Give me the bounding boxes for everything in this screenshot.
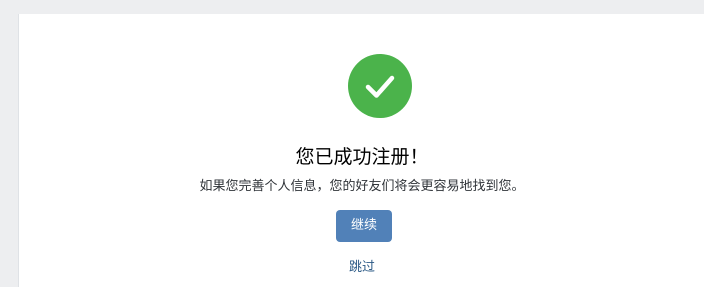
success-message: 如果您完善个人信息，您的好友们将会更容易地找到您。 [199,179,525,194]
checkmark-circle-icon [348,54,412,118]
continue-button[interactable]: 继续 [336,210,392,242]
page: 您已成功注册！ 如果您完善个人信息，您的好友们将会更容易地找到您。 继续 跳过 [0,0,704,287]
registration-success-card: 您已成功注册！ 如果您完善个人信息，您的好友们将会更容易地找到您。 继续 跳过 [18,14,704,287]
success-title: 您已成功注册！ [295,146,429,168]
skip-link[interactable]: 跳过 [19,259,704,277]
